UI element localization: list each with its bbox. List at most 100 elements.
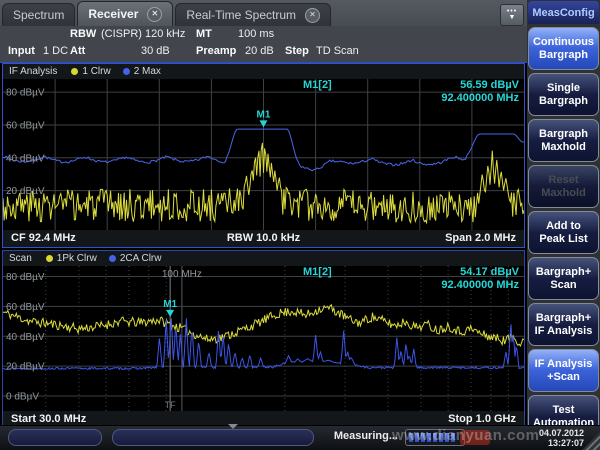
- corner-grip: [582, 432, 600, 450]
- center-frequency[interactable]: CF 92.4 MHz: [11, 230, 76, 247]
- rbw-readout[interactable]: RBW 10.0 kHz: [227, 230, 300, 247]
- svg-text:80 dBµV: 80 dBµV: [6, 272, 45, 283]
- legend-label: 1Pk Clrw: [57, 253, 97, 264]
- progress-segment: [451, 433, 455, 442]
- marker-frequency: 92.400000 MHz: [441, 279, 519, 292]
- legend-item[interactable]: 2 Max: [123, 66, 161, 77]
- if-analysis-header: IF Analysis 1 Clrw 2 Max: [3, 64, 524, 79]
- scan-legend: 1Pk Clrw 2CA Clrw: [46, 253, 162, 264]
- close-tab-icon[interactable]: ✕: [305, 8, 320, 23]
- trace-color-dot-icon: [109, 255, 116, 262]
- progress-segment: [445, 433, 449, 442]
- tab-bar: Spectrum Receiver ✕ Real-Time Spectrum ✕…: [0, 0, 527, 26]
- scan-plot[interactable]: 80 dBµV 60 dBµV 40 dBµV 20 dBµV 0 dBµV 100 MH…: [3, 266, 524, 411]
- preamp-label[interactable]: Preamp: [196, 43, 236, 60]
- preamp-value[interactable]: 20 dB: [245, 43, 274, 60]
- tab-overflow-button[interactable]: ••• ▼: [500, 4, 524, 26]
- softkey-if-analysis-scan[interactable]: IF Analysis +Scan: [528, 349, 599, 392]
- drag-handle-icon: [228, 424, 238, 429]
- svg-text:M1: M1: [163, 299, 177, 310]
- instrument-screen: Spectrum Receiver ✕ Real-Time Spectrum ✕…: [0, 0, 600, 450]
- mt-value[interactable]: 100 ms: [238, 26, 274, 43]
- rbw-value[interactable]: (CISPR) 120 kHz: [101, 26, 185, 43]
- step-value[interactable]: TD Scan: [316, 43, 359, 60]
- tab-receiver[interactable]: Receiver ✕: [77, 1, 173, 26]
- svg-text:40 dBµV: 40 dBµV: [6, 332, 45, 343]
- svg-text:20 dBµV: 20 dBµV: [6, 362, 45, 373]
- main-area: Spectrum Receiver ✕ Real-Time Spectrum ✕…: [0, 0, 527, 429]
- legend-item[interactable]: 2CA Clrw: [109, 253, 162, 264]
- tab-spectrum[interactable]: Spectrum: [2, 3, 75, 26]
- marker-readout: 56.59 dBµV 92.400000 MHz: [441, 79, 519, 105]
- softkey-sidebar: MeasConfig Continuous BargraphSingle Bar…: [527, 0, 600, 426]
- progress-segment: [427, 433, 431, 442]
- softkey-reset-maxhold[interactable]: Reset Maxhold: [528, 165, 599, 208]
- trace-color-dot-icon: [123, 68, 130, 75]
- close-tab-icon[interactable]: ✕: [147, 7, 162, 22]
- softkey-continuous-bargraph[interactable]: Continuous Bargraph: [528, 27, 599, 70]
- status-bar: Measuring... 04.07.2012 13:27:07: [0, 425, 600, 450]
- softkey-bargraph-maxhold[interactable]: Bargraph Maxhold: [528, 119, 599, 162]
- trace-color-dot-icon: [46, 255, 53, 262]
- svg-text:M1: M1: [257, 109, 271, 120]
- window-title: IF Analysis: [9, 66, 57, 77]
- att-label[interactable]: Att: [70, 43, 85, 60]
- input-value[interactable]: 1 DC: [43, 43, 68, 60]
- softkey-single-bargraph[interactable]: Single Bargraph: [528, 73, 599, 116]
- marker-name: M1[2]: [303, 79, 332, 91]
- if-analysis-plot[interactable]: 80 dBµV 60 dBµV 40 dBµV 20 dBµV M1 M1[2] 56.…: [3, 79, 524, 230]
- svg-text:80 dBµV: 80 dBµV: [6, 88, 45, 99]
- status-field-1: [8, 429, 102, 446]
- progress-segment: [415, 433, 419, 442]
- progress-segment: [439, 433, 443, 442]
- marker-level: 56.59 dBµV: [441, 79, 519, 92]
- tab-label: Spectrum: [13, 8, 64, 22]
- window-title: Scan: [9, 253, 32, 264]
- settings-header: RBW (CISPR) 120 kHz MT 100 ms Input 1 DC…: [0, 26, 527, 63]
- scan-window: Scan 1Pk Clrw 2CA Clrw 80 dBµV 60 dBµV 40 d…: [2, 250, 525, 429]
- svg-text:100 MHz: 100 MHz: [162, 269, 202, 280]
- measurement-progress-indicator: [405, 429, 465, 446]
- measuring-status: Measuring...: [318, 430, 398, 442]
- svg-text:20 dBµV: 20 dBµV: [6, 186, 45, 197]
- svg-text:0 dBµV: 0 dBµV: [6, 392, 39, 403]
- softkey-add-to-peak-list[interactable]: Add to Peak List: [528, 211, 599, 254]
- legend-item[interactable]: 1 Clrw: [71, 66, 110, 77]
- progress-segment: [421, 433, 425, 442]
- trace-color-dot-icon: [71, 68, 78, 75]
- marker-frequency: 92.400000 MHz: [441, 92, 519, 105]
- softkey-bargraph-scan[interactable]: Bargraph+ Scan: [528, 257, 599, 300]
- mt-label[interactable]: MT: [196, 26, 212, 43]
- span-readout[interactable]: Span 2.0 MHz: [445, 230, 516, 247]
- date-time: 04.07.2012 13:27:07: [539, 428, 584, 448]
- legend-label: 2 Max: [134, 66, 161, 77]
- svg-text:40 dBµV: 40 dBµV: [6, 153, 45, 164]
- time: 13:27:07: [539, 438, 584, 448]
- legend-label: 1 Clrw: [82, 66, 110, 77]
- progress-segment: [433, 433, 437, 442]
- softkey-bargraph-if-analysis[interactable]: Bargraph+ IF Analysis: [528, 303, 599, 346]
- marker-name: M1[2]: [303, 266, 332, 278]
- att-value[interactable]: 30 dB: [141, 43, 170, 60]
- progress-segment: [409, 433, 413, 442]
- if-analysis-footer: CF 92.4 MHz RBW 10.0 kHz Span 2.0 MHz: [3, 230, 524, 247]
- svg-text:TF: TF: [165, 400, 176, 410]
- chevron-down-icon: ▼: [509, 14, 516, 21]
- rbw-label[interactable]: RBW: [70, 26, 96, 43]
- tab-real-time-spectrum[interactable]: Real-Time Spectrum ✕: [175, 3, 331, 26]
- status-field-2: [112, 429, 314, 446]
- legend-label: 2CA Clrw: [120, 253, 162, 264]
- scan-header: Scan 1Pk Clrw 2CA Clrw: [3, 251, 524, 266]
- tab-label: Receiver: [88, 7, 138, 21]
- svg-text:60 dBµV: 60 dBµV: [6, 120, 45, 131]
- input-label[interactable]: Input: [8, 43, 35, 60]
- step-label[interactable]: Step: [285, 43, 309, 60]
- if-legend: 1 Clrw 2 Max: [71, 66, 161, 77]
- softkey-menu-title: MeasConfig: [528, 1, 599, 24]
- legend-item[interactable]: 1Pk Clrw: [46, 253, 97, 264]
- date: 04.07.2012: [539, 428, 584, 438]
- tab-label: Real-Time Spectrum: [186, 8, 296, 22]
- if-analysis-window: IF Analysis 1 Clrw 2 Max 80 dBµV 60 dBµV 40…: [2, 63, 525, 248]
- svg-text:60 dBµV: 60 dBµV: [6, 302, 45, 313]
- marker-readout: 54.17 dBµV 92.400000 MHz: [441, 266, 519, 292]
